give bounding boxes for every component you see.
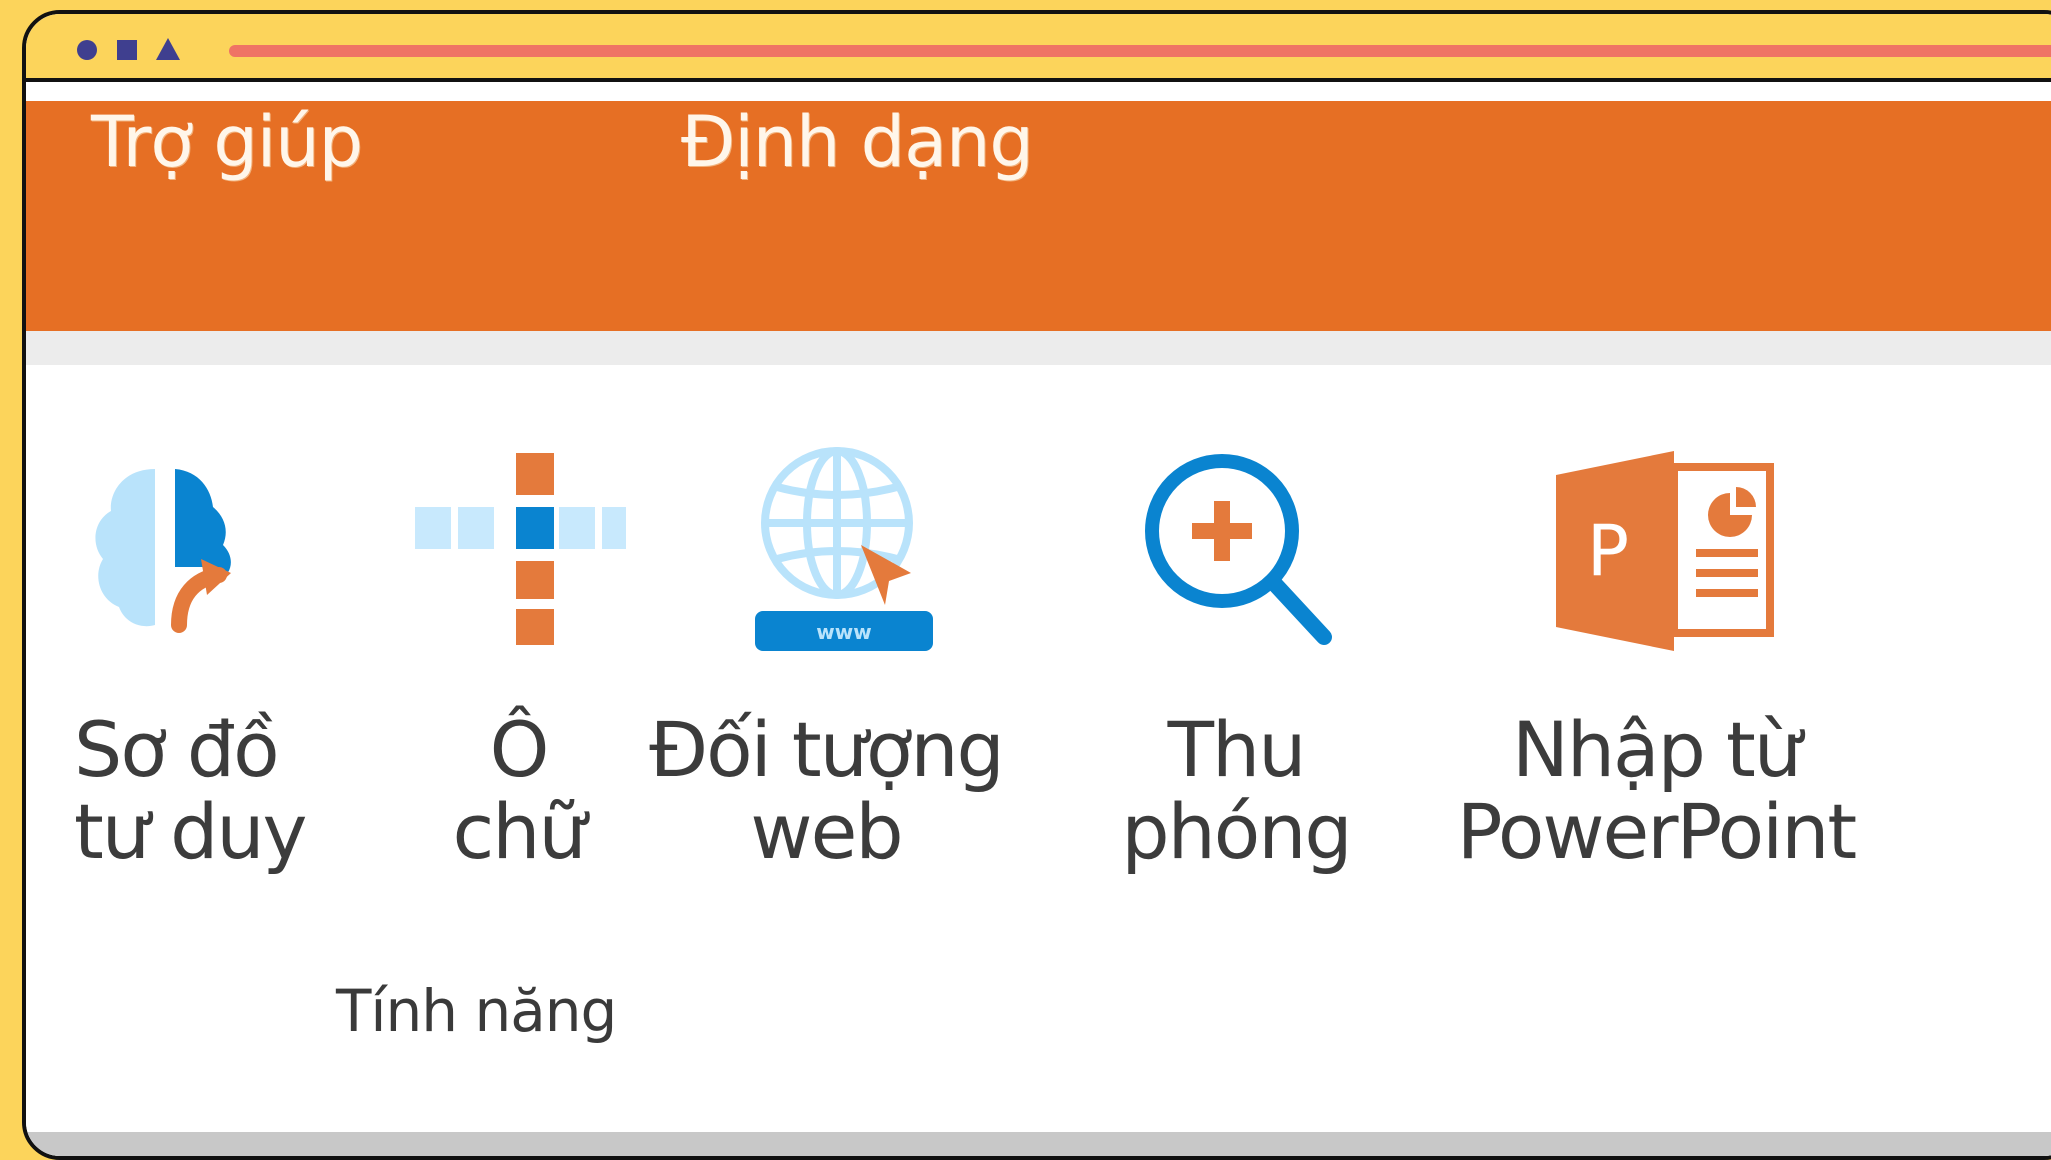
ribbon-bottom-border <box>26 1132 2051 1156</box>
crossword-button[interactable]: Ô chữ <box>406 365 646 873</box>
powerpoint-icon: P <box>1556 451 1774 651</box>
ribbon-panel: Sơ đồ tư duy Ô chữ www Đối tượng web Thu… <box>26 365 2051 1156</box>
group-label: Tính năng <box>336 977 617 1045</box>
web-object-icon: www <box>755 447 933 651</box>
mind-map-icon <box>95 469 231 633</box>
tab-format[interactable]: Định dạng <box>681 102 1034 182</box>
zoom-button[interactable]: Thu phóng <box>1116 365 1356 873</box>
tool-label: Thu phóng <box>1121 705 1352 876</box>
tool-label: Đối tượng web <box>649 705 1005 876</box>
svg-text:P: P <box>1587 510 1629 592</box>
svg-text:www: www <box>816 620 871 644</box>
tab-help[interactable]: Trợ giúp <box>91 102 363 182</box>
title-bar <box>26 14 2051 82</box>
tool-label: Nhập từ PowerPoint <box>1456 705 1857 876</box>
mind-map-button[interactable]: Sơ đồ tư duy <box>74 365 308 873</box>
zoom-icon <box>1145 454 1332 645</box>
circle-control-icon[interactable] <box>77 40 97 60</box>
app-window: Trợ giúp Định dạng Sơ đồ tư duy Ô chữ ww… <box>22 10 2051 1160</box>
crossword-icon <box>415 453 626 645</box>
tool-label: Ô chữ <box>452 705 586 876</box>
web-object-button[interactable]: www Đối tượng web <box>649 365 1016 873</box>
triangle-control-icon[interactable] <box>156 38 180 60</box>
address-bar[interactable] <box>229 45 2051 57</box>
square-control-icon[interactable] <box>117 40 137 60</box>
import-powerpoint-button[interactable]: P Nhập từ PowerPoint <box>1446 365 1866 873</box>
tab-bar-divider <box>26 331 2051 365</box>
tool-label: Sơ đồ tư duy <box>74 705 308 876</box>
